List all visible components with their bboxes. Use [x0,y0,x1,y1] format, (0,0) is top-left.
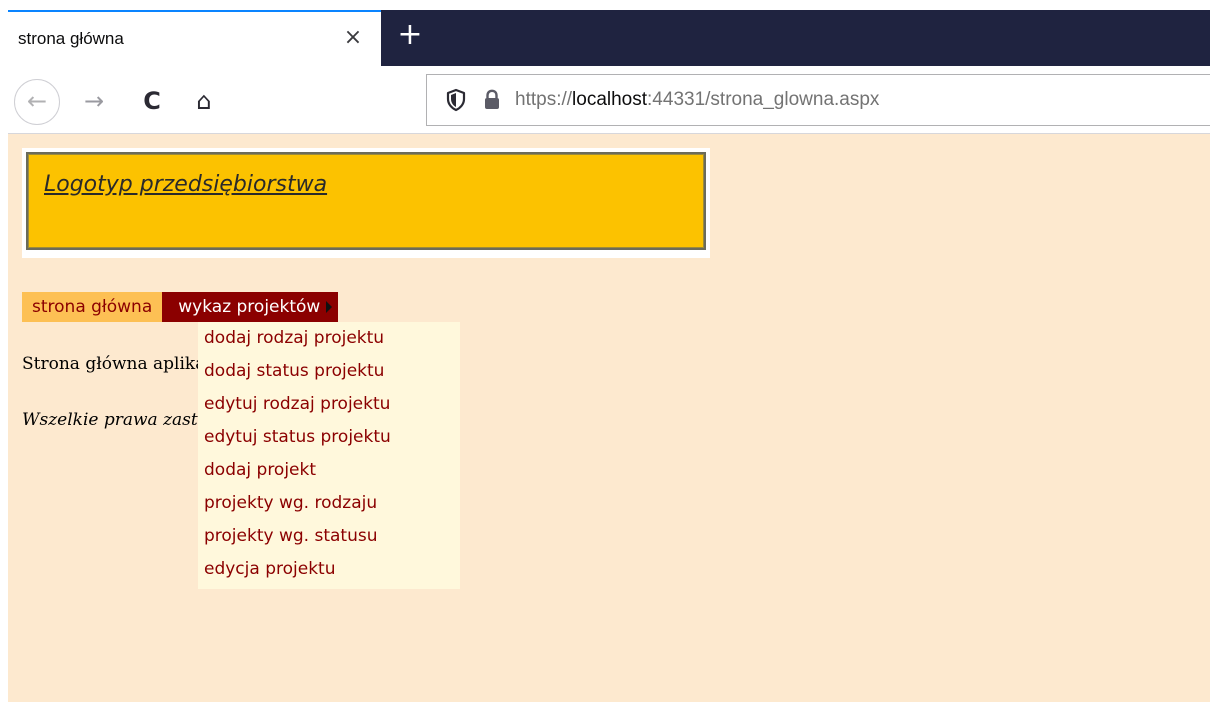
dropdown-item-wg-rodzaju[interactable]: projekty wg. rodzaju [198,487,460,520]
menu-item-home[interactable]: strona główna [22,292,163,322]
address-bar[interactable]: https://localhost:44331/strona_glowna.as… [426,74,1210,126]
url-host: localhost [572,89,648,110]
dropdown-item-wg-statusu[interactable]: projekty wg. statusu [198,520,460,553]
lock-icon[interactable] [483,89,501,111]
dropdown-item-dodaj-projekt[interactable]: dodaj projekt [198,454,460,487]
dropdown-item-dodaj-status[interactable]: dodaj status projektu [198,355,460,388]
tracking-protection-shield-icon[interactable] [445,88,467,112]
url-scheme: https:// [515,89,573,110]
page-content: Logotyp przedsiębiorstwa Strona główna a… [8,134,1210,702]
tab-bar: strona główna × + [8,10,1210,66]
reload-icon[interactable]: C [134,83,170,119]
main-menu: strona główna wykaz projektów [22,292,339,322]
navigation-toolbar: ← → C ⌂ https://localhost:44331/strona_g… [8,66,1210,134]
menu-item-projects-label: wykaz projektów [178,297,321,317]
back-arrow-icon[interactable]: ← [14,79,60,125]
menu-item-projects[interactable]: wykaz projektów [162,292,339,322]
main-text-area: Strona główna aplikacji Wszelkie prawa z… [8,134,198,702]
dropdown-item-edytuj-status[interactable]: edytuj status projektu [198,421,460,454]
new-tab-plus-icon[interactable]: + [392,18,428,54]
dropdown-item-dodaj-rodzaj[interactable]: dodaj rodzaj projektu [198,322,460,355]
url-path: :44331/strona_glowna.aspx [647,89,880,110]
url-text: https://localhost:44331/strona_glowna.as… [515,89,879,111]
dropdown-item-edycja-projektu[interactable]: edycja projektu [198,553,460,586]
home-icon[interactable]: ⌂ [186,83,222,119]
projects-dropdown: dodaj rodzaj projektu dodaj status proje… [198,322,460,589]
tab-title: strona główna [18,29,124,48]
submenu-arrow-icon [326,301,333,313]
tab-strona-glowna[interactable]: strona główna × [8,10,381,66]
page-heading-text: Strona główna aplikacji [22,354,198,374]
dropdown-item-edytuj-rodzaj[interactable]: edytuj rodzaj projektu [198,388,460,421]
window-edge [0,0,8,702]
copyright-text: Wszelkie prawa zastrzeżone [22,410,198,430]
forward-arrow-icon[interactable]: → [76,83,112,119]
close-tab-icon[interactable]: × [341,26,365,50]
